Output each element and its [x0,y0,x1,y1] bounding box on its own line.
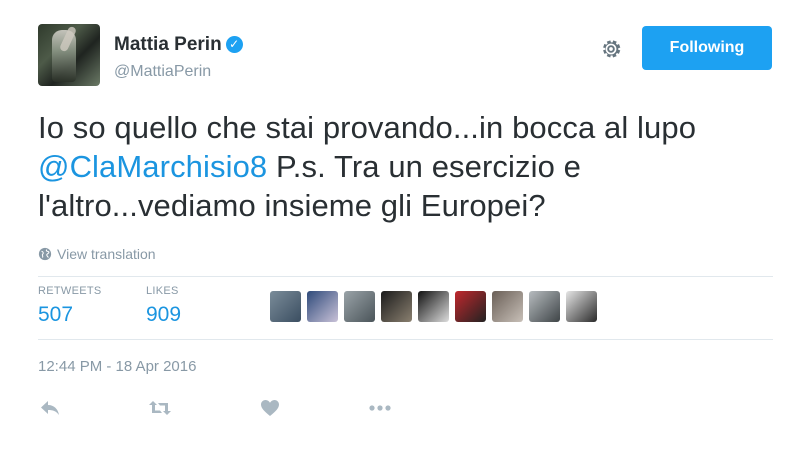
retweets-label: RETWEETS [38,285,102,297]
mention-link[interactable]: @ClaMarchisio8 [38,149,267,184]
liker-avatar-5[interactable] [418,291,449,322]
more-icon[interactable] [368,396,392,420]
author-name-text: Mattia Perin [114,34,222,55]
author-avatar[interactable] [38,24,100,86]
view-translation-label: View translation [57,246,156,262]
tweet-text-part1: Io so quello che stai provando...in bocc… [38,110,697,145]
liker-avatar-7[interactable] [492,291,523,322]
liker-avatar-1-image [270,291,301,322]
liker-avatar-6[interactable] [455,291,486,322]
retweets-stat[interactable]: RETWEETS 507 [38,285,102,327]
liker-avatar-8[interactable] [529,291,560,322]
liker-avatar-6-image [455,291,486,322]
liker-avatars [270,291,597,322]
globe-icon [38,247,52,261]
liker-avatar-1[interactable] [270,291,301,322]
retweet-icon[interactable] [148,396,172,420]
liker-avatar-8-image [529,291,560,322]
likes-stat[interactable]: LIKES 909 [146,285,181,327]
tweet-header: Mattia Perin ✓ @MattiaPerin Following [38,24,773,90]
liker-avatar-4-image [381,291,412,322]
reply-icon[interactable] [38,396,62,420]
liker-avatar-4[interactable] [381,291,412,322]
liker-avatar-7-image [492,291,523,322]
tweet-timestamp[interactable]: 12:44 PM - 18 Apr 2016 [38,358,196,375]
liker-avatar-2[interactable] [307,291,338,322]
liker-avatar-2-image [307,291,338,322]
likes-count: 909 [146,303,182,326]
verified-badge-icon: ✓ [225,36,243,53]
liker-avatar-3[interactable] [344,291,375,322]
view-translation-link[interactable]: View translation [38,246,156,262]
gear-icon[interactable] [598,36,624,62]
liker-avatar-3-image [344,291,375,322]
liker-avatar-9[interactable] [566,291,597,322]
liker-avatar-9-image [566,291,597,322]
following-button[interactable]: Following [642,26,772,70]
liker-avatar-5-image [418,291,449,322]
divider-top [38,276,773,277]
author-handle[interactable]: @MattiaPerin [114,63,211,81]
likes-label: LIKES [146,285,179,297]
retweets-count: 507 [38,303,74,326]
tweet-actions [38,396,478,420]
tweet-text: Io so quello che stai provando...in bocc… [38,108,773,225]
divider-bottom [38,339,773,340]
author-display-name[interactable]: Mattia Perin ✓ [114,34,243,56]
like-icon[interactable] [258,396,282,420]
